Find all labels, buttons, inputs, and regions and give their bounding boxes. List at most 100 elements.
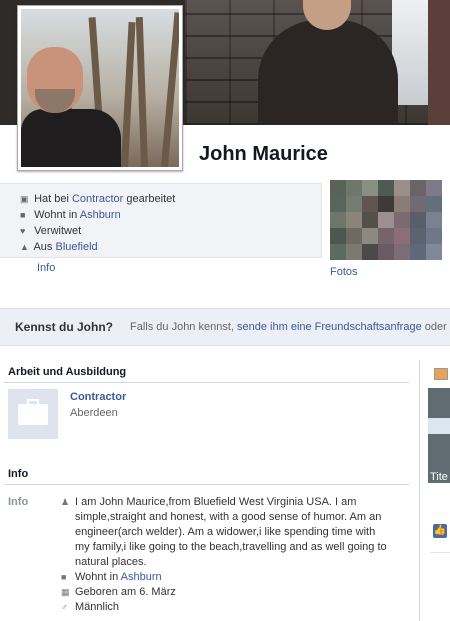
house-icon: ■ xyxy=(20,210,26,220)
gender-row: ♂ Männlich xyxy=(61,600,391,615)
friend-request-bar: Kennst du John? Falls du John kennst, se… xyxy=(0,308,450,346)
about-details: ♟ I am John Maurice,from Bluefield West … xyxy=(61,495,391,615)
album-thumbnail-window xyxy=(428,418,450,434)
photo-tile xyxy=(330,228,346,244)
lives-row: ■ Wohnt in Ashburn xyxy=(61,570,391,585)
send-friend-request-link[interactable]: sende ihm eine Freundschaftsanfrage xyxy=(237,321,422,333)
tree-trunk xyxy=(121,22,136,167)
person-body xyxy=(21,109,121,167)
calendar-icon: ▦ xyxy=(61,587,70,597)
heart-icon: ♥ xyxy=(20,226,26,236)
know-question: Kennst du John? xyxy=(15,320,113,334)
photo-tile xyxy=(426,180,442,196)
bio-text: I am John Maurice,from Bluefield West Vi… xyxy=(75,496,387,568)
photo-tile xyxy=(394,212,410,228)
photo-tile xyxy=(426,228,442,244)
photo-tile xyxy=(410,180,426,196)
photo-tile xyxy=(362,228,378,244)
thumbs-up-icon[interactable]: 👍 xyxy=(433,524,447,538)
person-icon: ♟ xyxy=(61,497,70,507)
photo-tile xyxy=(362,196,378,212)
photo-tile xyxy=(330,180,346,196)
work-section-title: Arbeit und Ausbildung xyxy=(8,366,127,378)
know-text-after: oder se xyxy=(424,321,450,333)
intro-work-suffix: gearbeitet xyxy=(126,193,176,205)
photo-tile xyxy=(346,244,362,260)
photo-tile xyxy=(410,196,426,212)
photo-tile xyxy=(378,244,394,260)
cover-window xyxy=(392,0,432,105)
photo-tile xyxy=(394,180,410,196)
intro-work: ▣ Hat bei Contractor gearbeitet xyxy=(20,193,175,209)
intro-box: ▣ Hat bei Contractor gearbeitet ■ Wohnt … xyxy=(0,183,322,258)
intro-relationship: ♥ Verwitwet xyxy=(20,225,81,241)
photo-tile xyxy=(410,212,426,228)
intro-work-prefix: Hat bei xyxy=(34,193,69,205)
info-section-title: Info xyxy=(8,468,29,480)
photo-tile xyxy=(378,180,394,196)
hometown-icon: ▲ xyxy=(20,242,29,252)
photo-tile xyxy=(410,244,426,260)
intro-from-link[interactable]: Bluefield xyxy=(55,241,97,253)
photo-tile xyxy=(346,180,362,196)
intro-lives-link[interactable]: Ashburn xyxy=(80,209,121,221)
briefcase-icon xyxy=(18,404,48,425)
photo-tile xyxy=(394,244,410,260)
divider xyxy=(4,484,409,485)
photo-tile xyxy=(362,244,378,260)
briefcase-icon: ▣ xyxy=(20,194,29,204)
photo-tile xyxy=(378,228,394,244)
tree-trunk xyxy=(161,12,179,167)
photo-tile xyxy=(426,196,442,212)
photo-tile xyxy=(330,196,346,212)
intro-lives-prefix: Wohnt in xyxy=(34,209,78,221)
intro-from-prefix: Aus xyxy=(33,241,53,253)
photo-tile xyxy=(346,228,362,244)
intro-from: ▲ Aus Bluefield xyxy=(20,241,98,257)
photo-album-icon[interactable] xyxy=(434,368,448,380)
intro-lives: ■ Wohnt in Ashburn xyxy=(20,209,121,225)
photo-tile xyxy=(410,228,426,244)
column-divider xyxy=(419,360,420,621)
photo-tile xyxy=(378,212,394,228)
profile-picture[interactable] xyxy=(17,5,183,171)
cover-person xyxy=(258,20,398,125)
photo-tile xyxy=(362,212,378,228)
intro-relationship-text: Verwitwet xyxy=(34,225,82,237)
photo-tile xyxy=(394,196,410,212)
photo-tile xyxy=(330,212,346,228)
tree-trunk xyxy=(135,16,148,167)
album-caption: Tite xyxy=(430,471,448,483)
intro-work-link[interactable]: Contractor xyxy=(72,193,123,205)
profile-name[interactable]: John Maurice xyxy=(199,143,328,166)
photo-tile xyxy=(378,196,394,212)
photo-tile xyxy=(330,244,346,260)
tab-info[interactable]: Info xyxy=(37,262,55,274)
photo-tile xyxy=(426,244,442,260)
employer-logo[interactable] xyxy=(8,389,58,439)
employer-name[interactable]: Contractor xyxy=(70,391,126,403)
house-icon: ■ xyxy=(61,572,67,582)
info-row-label: Info xyxy=(8,496,29,508)
birthday-text: Geboren am 6. März xyxy=(75,586,176,598)
divider xyxy=(4,382,409,383)
birthday-row: ▦ Geboren am 6. März xyxy=(61,585,391,600)
photo-tile xyxy=(394,228,410,244)
know-text-before: Falls du John kennst, xyxy=(130,321,234,333)
photo-tile xyxy=(426,212,442,228)
photo-tile xyxy=(362,180,378,196)
photo-tile xyxy=(346,196,362,212)
lives-link[interactable]: Ashburn xyxy=(121,571,162,583)
lives-prefix: Wohnt in xyxy=(75,571,119,583)
divider xyxy=(430,552,450,553)
photo-tile xyxy=(346,212,362,228)
lives-text: Wohnt in Ashburn xyxy=(61,570,391,585)
album-thumbnail[interactable] xyxy=(428,388,450,483)
know-text: Falls du John kennst, sende ihm eine Fre… xyxy=(130,321,450,333)
bio-row: ♟ I am John Maurice,from Bluefield West … xyxy=(61,495,391,570)
profile-photo xyxy=(21,9,179,167)
tab-photos[interactable]: Fotos xyxy=(330,266,358,278)
employer-location: Aberdeen xyxy=(70,407,118,419)
photos-thumbnail[interactable] xyxy=(330,180,442,260)
cover-pole xyxy=(428,0,450,125)
